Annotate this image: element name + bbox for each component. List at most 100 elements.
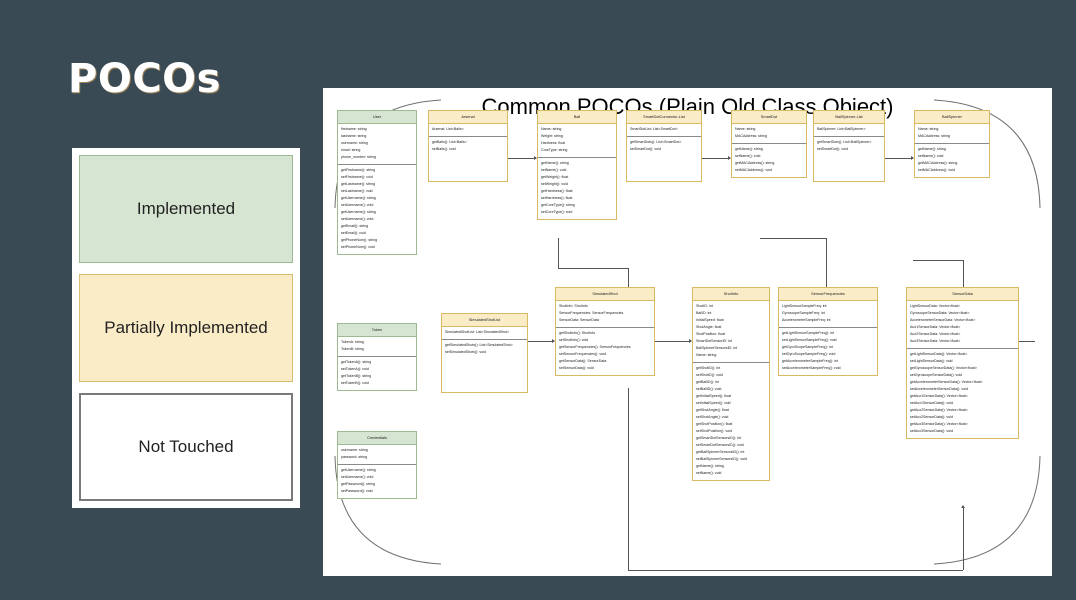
uml-method: setGyroscopeSensorData(): void <box>910 373 963 378</box>
legend-item-label: Not Touched <box>138 437 234 457</box>
uml-attributes: LightSensorData: Vector<float> Gyroscope… <box>907 301 1018 349</box>
uml-method: setSimulatedShots(): void <box>445 350 486 355</box>
uml-method: setBallSpinnerSensorsID(): void <box>696 457 747 462</box>
uml-method: setHardness(): float <box>541 196 573 201</box>
uml-class-ball[interactable]: Ball Name: string Weight: string Hardnes… <box>537 110 617 220</box>
uml-methods: getFirstname(): string setFirstname(): v… <box>338 165 416 254</box>
uml-method: getUsername(): string <box>341 196 376 201</box>
uml-method: getShotPosition(): float <box>696 422 733 427</box>
uml-attributes: Arsenal: List<Balls> <box>429 124 507 137</box>
uml-attr: LightSensorData: Vector<float> <box>910 304 960 309</box>
uml-class-name: Ball <box>538 111 616 124</box>
uml-class-name: SensorFrequencies <box>779 288 877 301</box>
uml-class-user[interactable]: User firstname: string lastname: string … <box>337 110 417 255</box>
diagram-card: Common POCOs (Plain Old Class Object) Us… <box>323 88 1052 576</box>
uml-method: setFirstname(): void <box>341 175 373 180</box>
uml-attr: BallSpinner: List<BallSpinner> <box>817 127 866 132</box>
uml-attributes: BallSpinner: List<BallSpinner> <box>814 124 884 137</box>
uml-class-sensorfrequencies[interactable]: SensorFrequencies LightSensorSampleFreq:… <box>778 287 878 376</box>
legend-item-label: Implemented <box>136 199 236 219</box>
connector-ball-up <box>558 238 559 268</box>
uml-attr: AccelerometerSensorData: Vector<float> <box>910 318 976 323</box>
uml-class-sensordata[interactable]: SensorData LightSensorData: Vector<float… <box>906 287 1019 439</box>
uml-attr: ShotID: int <box>696 304 713 309</box>
uml-class-arsenal[interactable]: Arsenal Arsenal: List<Balls> getBalls():… <box>428 110 508 182</box>
connector-simshotlist-simshot <box>528 341 554 342</box>
uml-class-token[interactable]: Token TokenA: string TokenB: string getT… <box>337 323 417 391</box>
uml-method: setLightSensorSampleFreq(): void <box>782 338 837 343</box>
slide: POCOs Implemented Partially Implemented … <box>0 0 1076 600</box>
uml-attr: SmartDotList: List<SmartDot> <box>630 127 678 132</box>
uml-method: setEmail(): void <box>341 231 366 236</box>
uml-method: getCoreType(): string <box>541 203 575 208</box>
uml-attr: MACAddress: string <box>735 134 767 139</box>
connector-simshot-shotinfo <box>655 341 691 342</box>
connector-shotinfo-bottom <box>628 388 629 570</box>
uml-method: setPassword(): void <box>341 489 373 494</box>
uml-class-ballspinner-list[interactable]: BallSpinner-List BallSpinner: List<BallS… <box>813 110 885 182</box>
uml-method: setUsername(): void <box>341 203 374 208</box>
uml-method: setSensorData(): void <box>559 366 594 371</box>
uml-attr: lastname: string <box>341 134 367 139</box>
uml-attributes: Name: string Weight: string Hardness: fl… <box>538 124 616 158</box>
uml-methods: getLightSensorData(): Vector<float> setL… <box>907 349 1018 438</box>
uml-method: getMACAddress(): string <box>735 161 775 166</box>
connector-bottom-rail <box>628 570 963 571</box>
uml-method: setSmartDot(): void <box>630 147 661 152</box>
uml-method: getShotID(): int <box>696 366 721 371</box>
uml-method: getBallSpinnerSensorsID(): int <box>696 450 745 455</box>
uml-methods: getName(): string setName(): void getMAC… <box>915 144 989 177</box>
uml-method: setSmartDotSensorsID(): void <box>696 443 744 448</box>
uml-methods: getSmartDots(): List<SmartDot> setSmartD… <box>627 137 701 156</box>
uml-class-name: SensorData <box>907 288 1018 301</box>
uml-attr: MACAddress: string <box>918 134 950 139</box>
uml-method: setAccelerometerSampleFreq(): void <box>782 366 841 371</box>
connector-arsenal-ball <box>508 158 536 159</box>
uml-attr: password: string <box>341 455 368 460</box>
uml-method: setShotAngle(): void <box>696 415 729 420</box>
legend-item-partially-implemented: Partially Implemented <box>79 274 293 382</box>
uml-attributes: SimulatedShotList: List<SimulatedShot> <box>442 327 527 340</box>
uml-class-shotinfo[interactable]: ShotInfo ShotID: int BallID: int Initial… <box>692 287 770 481</box>
uml-class-simulatedshotlist[interactable]: SimulatedShotList SimulatedShotList: Lis… <box>441 313 528 393</box>
uml-class-credentials[interactable]: Credentials username: string password: s… <box>337 431 417 499</box>
uml-method: setTokenA(): void <box>341 367 369 372</box>
uml-attr: Name: string <box>696 353 717 358</box>
uml-attr: TokenA: string <box>341 340 364 345</box>
uml-class-ballspinner[interactable]: BallSpinner Name: string MACAddress: str… <box>914 110 990 178</box>
uml-method: getAux1SensorData(): Vector<float> <box>910 394 968 399</box>
uml-method: setPhoneNum(): void <box>341 245 375 250</box>
legend-card: Implemented Partially Implemented Not To… <box>72 148 300 508</box>
uml-method: getInitialSpeed(): float <box>696 394 731 399</box>
uml-method: getSmartDots(): List<SmartDot> <box>630 140 682 145</box>
uml-class-name: SmartDot <box>732 111 806 124</box>
uml-method: setName(): void <box>696 471 722 476</box>
uml-methods: getShotID(): int setShotID(): void getBa… <box>693 363 769 480</box>
uml-method: getSensorData(): SensorData <box>559 359 607 364</box>
uml-method: getSmartDots(): List<BallSpinner> <box>817 140 872 145</box>
uml-method: setGyroScopeSampleFreq(): void <box>782 352 836 357</box>
connector-smartdot-sensorfreq-v <box>826 238 827 290</box>
uml-attr: Aux3SensorData: Vector<float> <box>910 339 961 344</box>
uml-attr: TokenB: string <box>341 347 364 352</box>
uml-attributes: firstname: string lastname: string usern… <box>338 124 416 165</box>
uml-class-smartdot[interactable]: SmartDot Name: string MACAddress: string… <box>731 110 807 178</box>
legend-item-not-touched: Not Touched <box>79 393 293 501</box>
uml-attributes: username: string password: string <box>338 445 416 465</box>
uml-method: getName(): string <box>918 147 946 152</box>
uml-attributes: ShotInfo: ShotInfo SensorFrequencies: Se… <box>556 301 654 328</box>
uml-method: setCoreType(): void <box>541 210 573 215</box>
uml-methods: getSimulatedShots(): List<SimulatedShot>… <box>442 340 527 359</box>
uml-method: getAccelerometerSensorData(): Vector<flo… <box>910 380 983 385</box>
uml-class-simulatedshot[interactable]: SimulatedShot ShotInfo: ShotInfo SensorF… <box>555 287 655 376</box>
uml-attributes: LightSensorSampleFreq: int GyroscopeSamp… <box>779 301 877 328</box>
uml-method: setTokenB(): void <box>341 381 369 386</box>
uml-class-smartdotconnector-list[interactable]: SmartDotConnector-List SmartDotList: Lis… <box>626 110 702 182</box>
uml-attr: firstname: string <box>341 127 367 132</box>
uml-class-name: ShotInfo <box>693 288 769 301</box>
uml-attr: SmartDotSensorID: int <box>696 339 732 344</box>
uml-attr: SensorData: SensorData <box>559 318 599 323</box>
uml-method: getGyroScopeSampleFreq(): int <box>782 345 833 350</box>
uml-attr: Weight: string <box>541 134 563 139</box>
uml-method: setWeight(): void <box>541 182 568 187</box>
